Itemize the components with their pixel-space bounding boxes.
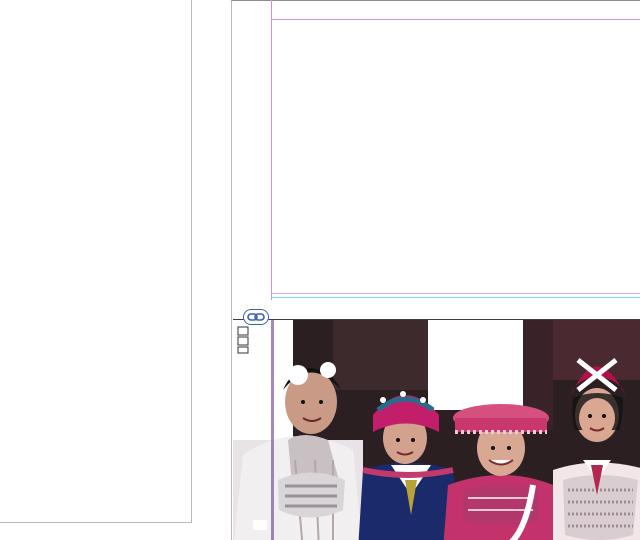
image-frame-margin-guide [271, 319, 274, 540]
text-frame-bottom-guide [271, 293, 640, 294]
frame-content-indicator [236, 325, 252, 355]
group-photo [233, 320, 640, 540]
frame-content-icon [237, 326, 249, 354]
link-badge[interactable] [243, 309, 269, 325]
layout-canvas[interactable] [0, 0, 640, 540]
left-margin-guide [271, 0, 272, 300]
top-margin-guide [271, 19, 640, 20]
left-page[interactable] [0, 0, 192, 523]
image-frame[interactable] [233, 319, 640, 540]
link-icon [247, 313, 265, 321]
frame-edge-guide [271, 297, 640, 298]
